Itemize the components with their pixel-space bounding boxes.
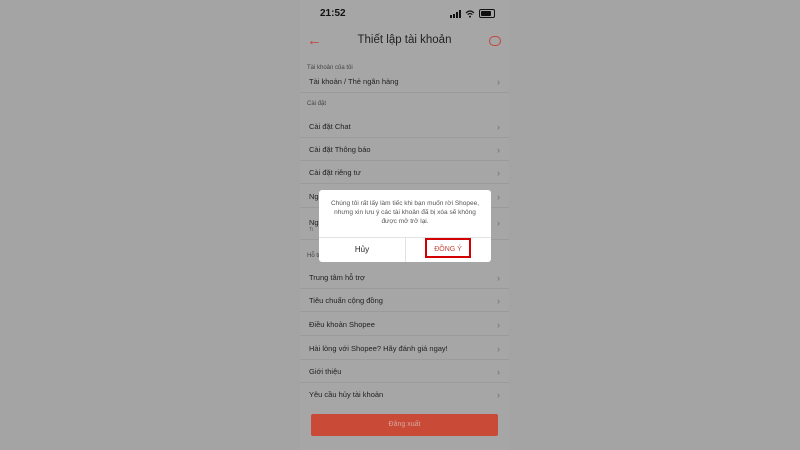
row-label: Ng	[309, 192, 319, 201]
row-bank-account[interactable]: Tài khoản / Thẻ ngân hàng ›	[300, 71, 509, 93]
chevron-right-icon: ›	[497, 218, 500, 228]
row-label: Tài khoản / Thẻ ngân hàng	[309, 77, 399, 86]
chevron-right-icon: ›	[497, 168, 500, 178]
row-about[interactable]: Giới thiệu ›	[300, 361, 509, 383]
row-label: Tiêu chuẩn cộng đồng	[309, 296, 383, 305]
row-community-standards[interactable]: Tiêu chuẩn cộng đồng ›	[300, 290, 509, 312]
logout-button[interactable]: Đăng xuất	[311, 414, 498, 436]
row-sublabel: Ti	[309, 227, 313, 233]
status-time: 21:52	[320, 8, 346, 19]
dialog-button-divider	[405, 237, 406, 262]
cancel-button[interactable]: Hủy	[319, 238, 405, 262]
chevron-right-icon: ›	[497, 367, 500, 377]
row-label: Trung tâm hỗ trợ	[309, 273, 365, 282]
row-label: Yêu cầu hủy tài khoản	[309, 390, 384, 399]
wifi-icon	[465, 9, 475, 18]
row-label: Cài đặt Chat	[309, 122, 351, 131]
status-icons	[450, 9, 495, 18]
row-delete-account[interactable]: Yêu cầu hủy tài khoản ›	[300, 384, 509, 406]
confirm-dialog: Chúng tôi rất lấy làm tiếc khi bạn muốn …	[319, 190, 491, 262]
row-shopee-terms[interactable]: Điều khoản Shopee ›	[300, 314, 509, 336]
chevron-right-icon: ›	[497, 344, 500, 354]
row-rate-app[interactable]: Hài lòng với Shopee? Hãy đánh giá ngay! ›	[300, 338, 509, 360]
chevron-right-icon: ›	[497, 145, 500, 155]
page-title: Thiết lập tài khoản	[357, 34, 452, 46]
chevron-right-icon: ›	[497, 77, 500, 87]
row-label: Điều khoản Shopee	[309, 320, 375, 329]
chevron-right-icon: ›	[497, 390, 500, 400]
chevron-right-icon: ›	[497, 122, 500, 132]
chevron-right-icon: ›	[497, 320, 500, 330]
chevron-right-icon: ›	[497, 296, 500, 306]
chat-bubble-icon[interactable]	[489, 36, 501, 46]
row-label: Cài đặt Thông báo	[309, 145, 371, 154]
signal-icon	[450, 9, 461, 18]
row-notification-settings[interactable]: Cài đặt Thông báo ›	[300, 139, 509, 161]
chevron-right-icon: ›	[497, 192, 500, 202]
header: ← Thiết lập tài khoản	[300, 28, 509, 58]
dialog-message: Chúng tôi rất lấy làm tiếc khi bạn muốn …	[330, 200, 480, 225]
status-bar: 21:52	[300, 0, 509, 28]
row-label: Hài lòng với Shopee? Hãy đánh giá ngay!	[309, 344, 448, 353]
row-privacy-settings[interactable]: Cài đặt riêng tư ›	[300, 162, 509, 184]
confirm-button[interactable]: ĐỒNG Ý	[425, 238, 471, 258]
chevron-right-icon: ›	[497, 273, 500, 283]
battery-icon	[479, 9, 495, 18]
row-help-center[interactable]: Trung tâm hỗ trợ ›	[300, 267, 509, 289]
row-chat-settings[interactable]: Cài đặt Chat ›	[300, 116, 509, 138]
row-label: Cài đặt riêng tư	[309, 168, 361, 177]
section-settings: Cài đặt	[307, 101, 327, 107]
row-label: Giới thiệu	[309, 367, 342, 376]
